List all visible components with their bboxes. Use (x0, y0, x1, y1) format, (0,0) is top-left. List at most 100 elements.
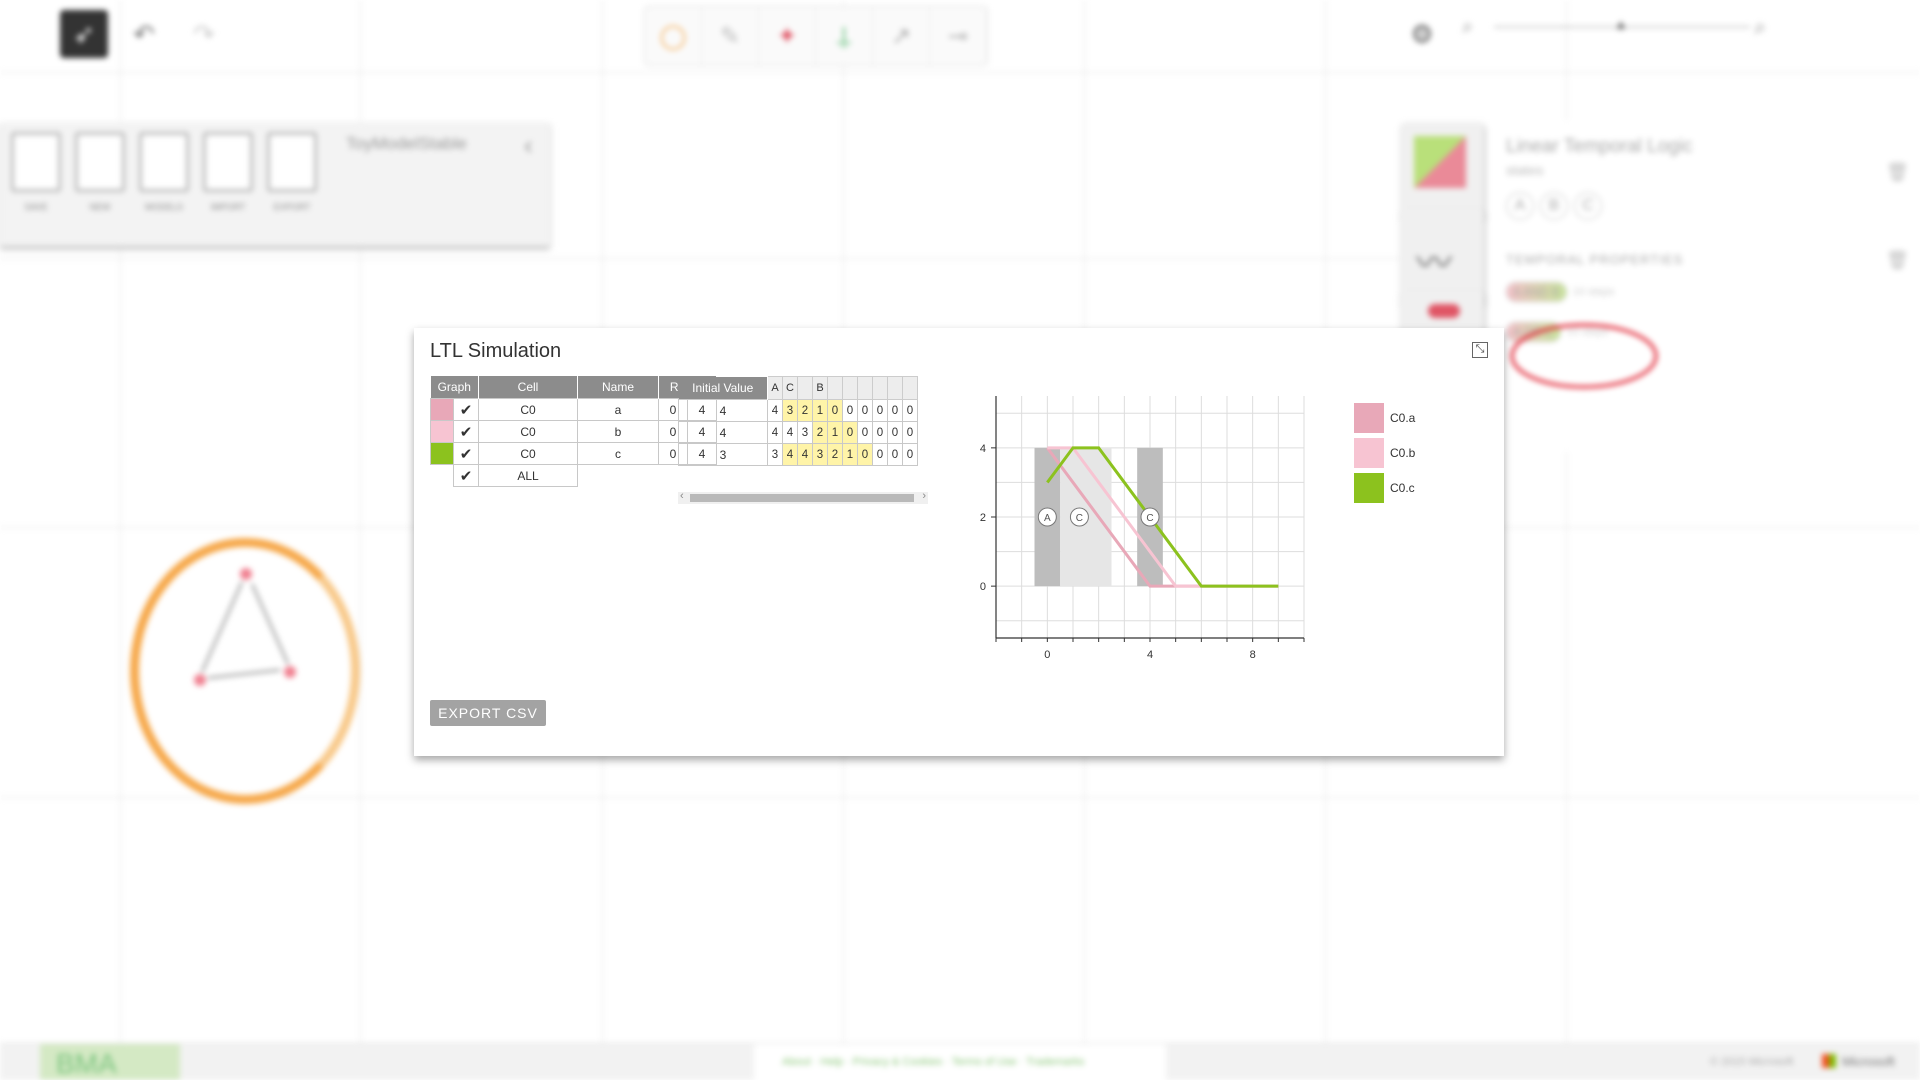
step-value: 2 (797, 399, 813, 422)
models-icon (139, 132, 189, 192)
step-value: 3 (812, 443, 828, 466)
initial-values-scroll[interactable]: Initial Value ACB 4432100000044432100000… (678, 376, 928, 466)
property-op: AND (1523, 285, 1549, 299)
step-value: 0 (902, 421, 918, 444)
membrane-tool-icon[interactable]: ✎ (702, 7, 759, 65)
state-column-header (827, 376, 843, 400)
step-value: 0 (902, 399, 918, 422)
navigate-icon[interactable]: ➶ (60, 10, 108, 58)
col-graph: Graph (430, 376, 479, 399)
step-value: 0 (872, 399, 888, 422)
trash-icon[interactable]: 🗑 (1886, 162, 1909, 183)
step-value: 2 (812, 421, 828, 444)
microsoft-logo-icon (1822, 1054, 1836, 1068)
name-value: a (577, 398, 659, 421)
zoom-slider-thumb[interactable]: ▲ (1614, 16, 1628, 32)
inhibitor-tool-icon[interactable]: ⊸ (930, 7, 987, 65)
spacer (430, 464, 454, 487)
legend-item[interactable]: C0.c (1354, 470, 1415, 505)
step-value: 0 (872, 421, 888, 444)
name-value: b (577, 420, 659, 443)
col-name: Name (577, 376, 659, 399)
zoom-out-icon[interactable]: ⌕ (1462, 16, 1473, 39)
scroll-right-icon[interactable]: › (922, 490, 926, 502)
state-marker-label: C (1076, 513, 1083, 524)
state-chip[interactable]: B (1540, 192, 1568, 220)
state-chips: A B C (1506, 192, 1602, 220)
cell-value: C0 (478, 420, 578, 443)
new-label: NEW (89, 202, 111, 212)
temporal-property-1[interactable]: A AND B 10 steps (1506, 282, 1614, 302)
horizontal-scrollbar[interactable]: ‹ › (678, 490, 928, 504)
col-initial-value: Initial Value (678, 376, 768, 400)
bma-logo: BMA (56, 1048, 117, 1079)
import-button[interactable]: IMPORT (202, 132, 254, 212)
legend-swatch (1354, 437, 1384, 468)
legend-item[interactable]: C0.b (1354, 435, 1415, 470)
all-label[interactable]: ALL (478, 464, 578, 487)
footer-links[interactable]: About · Help · Privacy & Cookies · Terms… (782, 1056, 1084, 1068)
legend-label: C0.a (1390, 410, 1416, 425)
step-value: 0 (857, 399, 873, 422)
step-value: 3 (797, 421, 813, 444)
graph-checkbox[interactable]: ✔ (453, 442, 479, 465)
undo-icon[interactable]: ↶ (120, 10, 168, 58)
step-value: 4 (782, 443, 798, 466)
state-chip[interactable]: C (1574, 192, 1602, 220)
ltl-title: Linear Temporal Logic (1506, 136, 1693, 157)
step-value: 4 (767, 421, 783, 444)
state-chip[interactable]: A (1506, 192, 1534, 220)
settings-gear-icon[interactable]: ⚙ (1398, 10, 1446, 58)
legend-swatch (1354, 472, 1384, 503)
y-tick-label: 2 (980, 512, 986, 524)
table-row: ✔ C0 a 0 4 (430, 398, 717, 421)
cell-value: C0 (478, 442, 578, 465)
models-button[interactable]: MODELS (138, 132, 190, 212)
initial-value-input[interactable]: 3 (678, 443, 768, 466)
collapse-panel-icon[interactable]: ‹ (524, 130, 533, 161)
new-button[interactable]: NEW (74, 132, 126, 212)
cell-tool-icon[interactable]: ◯ (645, 7, 702, 65)
step-value: 3 (782, 399, 798, 422)
trash-icon[interactable]: 🗑 (1886, 250, 1909, 271)
receptor-tool-icon[interactable]: ⍊ (816, 7, 873, 65)
variable-tool-icon[interactable]: ✦ (759, 7, 816, 65)
graph-checkbox[interactable]: ✔ (453, 398, 479, 421)
initial-value-input[interactable]: 4 (678, 421, 768, 444)
activator-tool-icon[interactable]: ↗ (873, 7, 930, 65)
step-value: 4 (782, 421, 798, 444)
property-left: A (1513, 285, 1521, 299)
state-marker-label: A (1044, 513, 1051, 524)
export-csv-button[interactable]: EXPORT CSV (430, 700, 546, 726)
expand-icon[interactable]: ⤡ (1472, 342, 1488, 358)
export-button[interactable]: EXPORT (266, 132, 318, 212)
step-value: 4 (797, 443, 813, 466)
states-tab[interactable] (1400, 122, 1484, 222)
legend-item[interactable]: C0.a (1354, 400, 1415, 435)
state-column-header (887, 376, 903, 400)
save-button[interactable]: SAVE (10, 132, 62, 212)
x-tick-label: 0 (1044, 649, 1050, 661)
x-tick-label: 4 (1147, 649, 1153, 661)
state-column-header: B (812, 376, 828, 400)
scroll-left-icon[interactable]: ‹ (680, 490, 684, 502)
model-network-icon (194, 568, 296, 686)
export-label: EXPORT (273, 202, 311, 212)
graph-checkbox[interactable]: ✔ (453, 420, 479, 443)
zoom-in-icon[interactable]: ⌕ (1754, 14, 1766, 40)
dialog-title: LTL Simulation (430, 340, 562, 362)
all-checkbox[interactable]: ✔ (453, 464, 479, 487)
copyright: © 2015 Microsoft (1710, 1056, 1794, 1068)
redo-icon[interactable]: ↷ (180, 10, 228, 58)
name-value: c (577, 442, 659, 465)
scrollbar-thumb[interactable] (690, 494, 914, 502)
models-label: MODELS (144, 202, 183, 212)
property-expression: A AND B (1506, 282, 1567, 302)
ltl-simulation-dialog: LTL Simulation ⤡ Graph Cell Name Range ✔… (414, 328, 1504, 756)
highlight-circle (1510, 323, 1658, 389)
initial-value-input[interactable]: 4 (678, 399, 768, 422)
col-cell: Cell (478, 376, 578, 399)
model-name[interactable]: ToyModelStable (346, 134, 467, 154)
property-right: B (1551, 285, 1560, 299)
color-swatch (430, 420, 454, 443)
